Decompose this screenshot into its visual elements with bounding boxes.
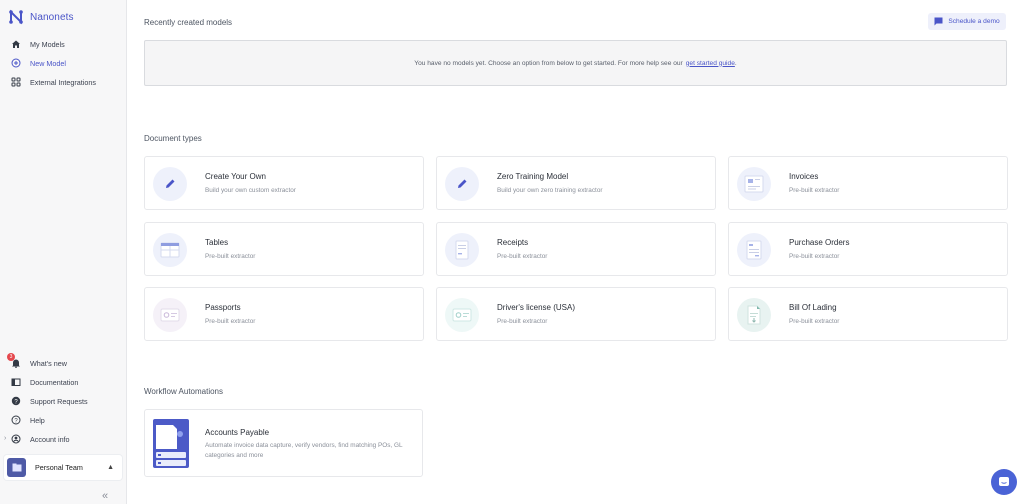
workflow-title: Accounts Payable [205,428,270,437]
user-circle-icon [11,434,21,444]
notification-badge: 3 [7,353,15,361]
card-title: Create Your Own [205,172,266,181]
nav-account-info[interactable]: Account info [11,433,121,445]
nav-label: Account info [30,434,70,444]
team-switcher[interactable]: Personal Team ▲ [4,455,122,480]
card-zero-training-model[interactable]: Zero Training Model Build your own zero … [436,156,716,210]
nav-label: What's new [30,358,67,368]
card-subtitle: Build your own custom extractor [205,187,296,194]
pencil-icon [445,167,479,201]
nanonets-logo-icon [9,9,23,25]
document-types-title: Document types [144,134,202,143]
card-title: Passports [205,303,241,312]
purchase-order-icon [737,233,771,267]
team-name: Personal Team [35,463,83,472]
card-title: Driver's license (USA) [497,303,575,312]
get-started-guide-link[interactable]: get started guide [686,60,735,67]
card-subtitle: Pre-built extractor [789,318,840,325]
passport-icon [153,298,187,332]
card-title: Receipts [497,238,529,247]
card-passports[interactable]: Passports Pre-built extractor [144,287,424,341]
schedule-demo-button[interactable]: Schedule a demo [928,13,1006,30]
question-icon: ? [11,396,21,406]
empty-models-box: You have no models yet. Choose an option… [144,40,1007,86]
invoice-icon [737,167,771,201]
card-accounts-payable[interactable]: Accounts Payable Automate invoice data c… [144,409,423,477]
chevron-right-icon[interactable]: › [4,435,6,442]
nav-external-integrations[interactable]: External Integrations [11,76,121,88]
collapse-sidebar-icon[interactable]: « [102,490,108,502]
card-drivers-license[interactable]: Driver's license (USA) Pre-built extract… [436,287,716,341]
grid-icon [11,77,21,87]
card-tables[interactable]: Tables Pre-built extractor [144,222,424,276]
empty-state-suffix: . [734,59,737,67]
card-subtitle: Pre-built extractor [205,318,256,325]
plus-circle-icon [11,58,21,68]
nav-label: External Integrations [30,77,96,87]
pencil-icon [153,167,187,201]
card-subtitle: Pre-built extractor [789,253,840,260]
card-subtitle: Build your own zero training extractor [497,187,603,194]
nav-label: New Model [30,58,66,68]
team-avatar [7,458,26,477]
nav-label: Help [30,415,45,425]
receipt-icon [445,233,479,267]
card-subtitle: Pre-built extractor [789,187,840,194]
card-create-your-own[interactable]: Create Your Own Build your own custom ex… [144,156,424,210]
help-icon: ? [11,415,21,425]
card-bill-of-lading[interactable]: Bill Of Lading Pre-built extractor [728,287,1008,341]
nav-whats-new[interactable]: 3 What's new [7,353,121,369]
card-subtitle: Pre-built extractor [497,318,548,325]
schedule-demo-label: Schedule a demo [948,18,1000,25]
chat-bubble-icon [934,17,943,26]
chat-launcher-button[interactable] [991,469,1017,495]
nav-support-requests[interactable]: ? Support Requests [11,395,121,407]
card-invoices[interactable]: Invoices Pre-built extractor [728,156,1008,210]
card-subtitle: Pre-built extractor [497,253,548,260]
license-icon [445,298,479,332]
card-title: Bill Of Lading [789,303,837,312]
brand[interactable]: Nanonets [9,9,74,25]
card-purchase-orders[interactable]: Purchase Orders Pre-built extractor [728,222,1008,276]
nav-my-models[interactable]: My Models [11,38,121,50]
nav-label: My Models [30,39,65,49]
recent-models-title: Recently created models [144,18,233,27]
card-title: Zero Training Model [497,172,569,181]
brand-name: Nanonets [30,11,74,23]
folder-icon [12,463,21,472]
workflow-description: Automate invoice data capture, verify ve… [205,442,403,459]
chat-icon [999,477,1009,486]
nav-label: Documentation [30,377,79,387]
nav-help[interactable]: ? Help [11,414,121,426]
empty-state-text: You have no models yet. Choose an option… [414,59,683,67]
card-title: Tables [205,238,229,247]
bill-of-lading-icon [737,298,771,332]
card-title: Purchase Orders [789,238,850,247]
table-icon [153,233,187,267]
nav-documentation[interactable]: Documentation [11,376,121,388]
sidebar: Nanonets My Models New Model External In… [0,0,127,504]
caret-up-icon: ▲ [107,464,114,471]
accounts-payable-illustration-icon [153,419,189,468]
nav-new-model[interactable]: New Model [11,57,121,69]
card-receipts[interactable]: Receipts Pre-built extractor [436,222,716,276]
workflow-automations-title: Workflow Automations [144,387,223,396]
card-subtitle: Pre-built extractor [205,253,256,260]
home-icon [11,39,21,49]
bell-icon: 3 [7,353,21,368]
book-icon [11,377,21,387]
nav-label: Support Requests [30,396,88,406]
card-title: Invoices [789,172,819,181]
